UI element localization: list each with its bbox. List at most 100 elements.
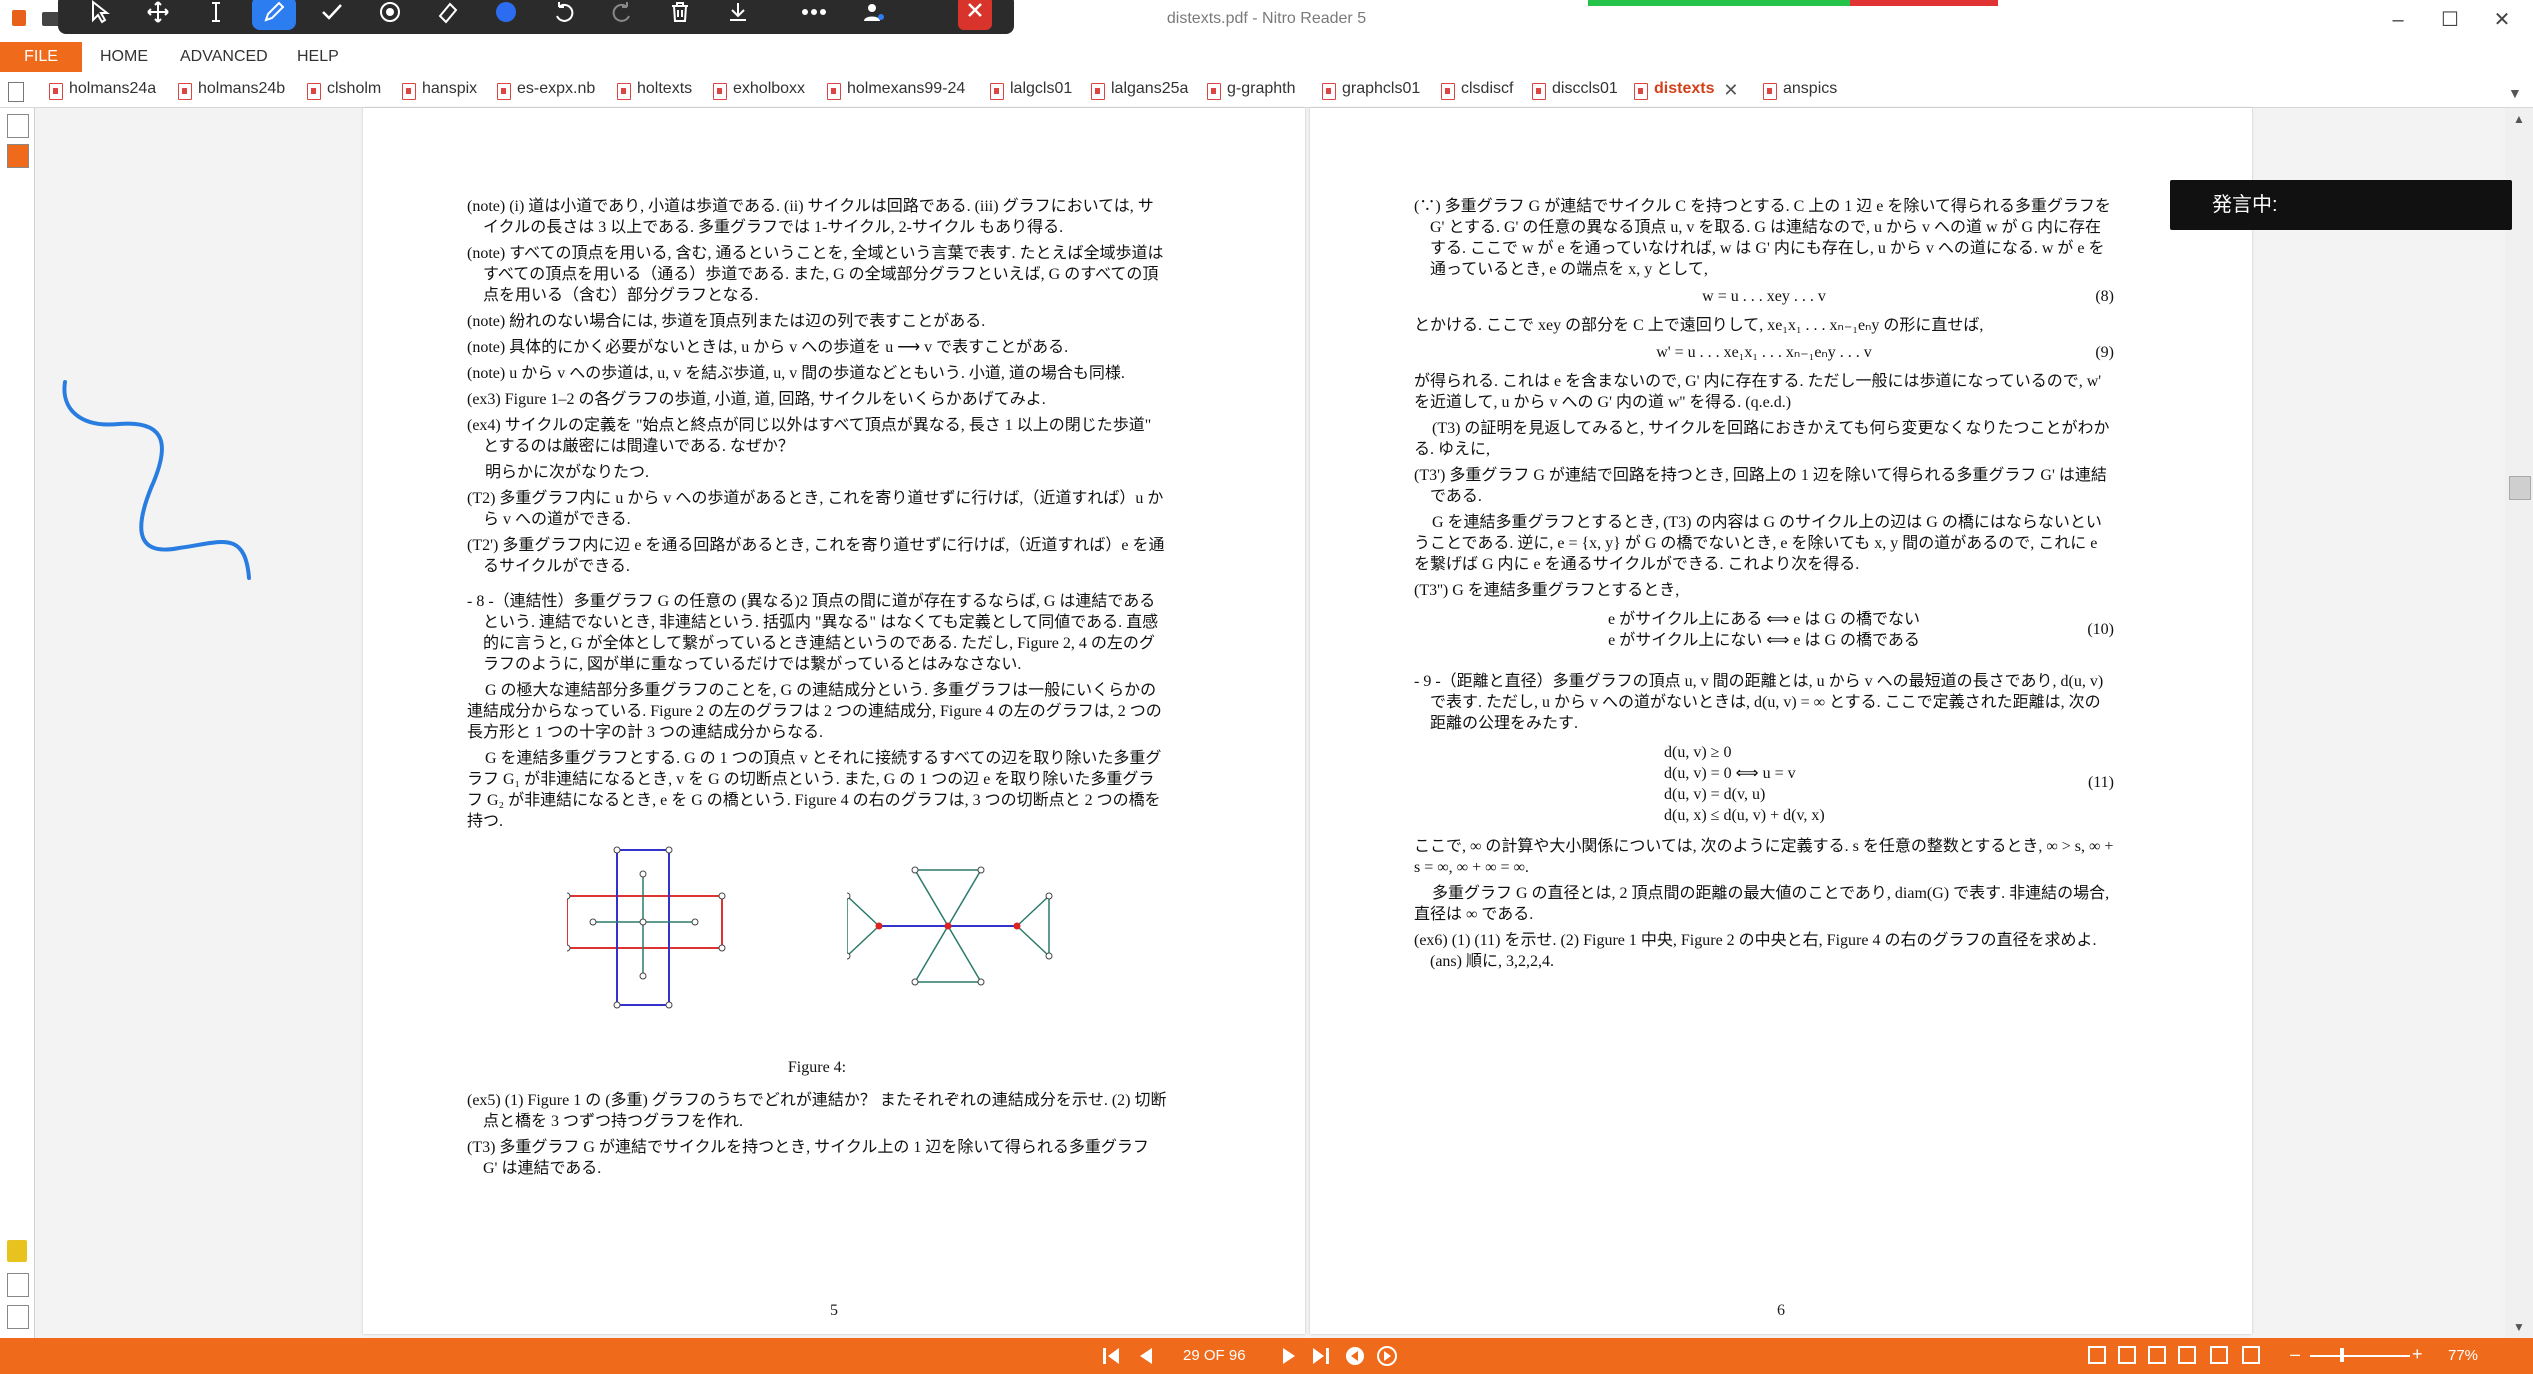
menu-help[interactable]: HELP [297, 48, 339, 66]
left-side-rail [0, 108, 35, 1338]
tab-g-graphth[interactable]: g-graphth [1207, 80, 1296, 102]
tab-clsholm[interactable]: clsholm [307, 80, 381, 102]
maximize-button[interactable]: ☐ [2432, 4, 2468, 36]
checkmark-icon[interactable] [312, 0, 352, 30]
tab-anspics[interactable]: anspics [1763, 80, 1837, 102]
tab-graphcls01[interactable]: graphcls01 [1322, 80, 1420, 102]
pdf-file-icon [49, 83, 63, 100]
pen-icon[interactable] [252, 0, 296, 30]
download-icon[interactable] [718, 0, 758, 30]
tab-holmans24b[interactable]: holmans24b [178, 80, 285, 102]
comments-icon[interactable] [7, 1240, 27, 1262]
paragraph: G を連結多重グラフとするとき, (T3) の内容は G のサイクル上の辺は G… [1414, 514, 2102, 573]
fit-width-icon[interactable] [2242, 1346, 2260, 1364]
trash-icon[interactable] [660, 0, 700, 30]
paragraph: (T3') 多重グラフ G が連結で回路を持つとき, 回路上の 1 辺を除いて得… [1414, 467, 2107, 505]
scrollbar-thumb[interactable] [2509, 476, 2531, 500]
pdf-file-icon [827, 83, 841, 100]
move-icon[interactable] [138, 0, 178, 30]
scroll-up-icon[interactable]: ▲ [2513, 112, 2525, 126]
menu-home[interactable]: HOME [100, 48, 148, 66]
continuous-view-icon[interactable] [2118, 1346, 2136, 1364]
page-number: 6 [1777, 1302, 1785, 1319]
pdf-file-icon [1532, 83, 1546, 100]
pdf-file-icon [1207, 83, 1221, 100]
zoom-slider-thumb[interactable] [2340, 1348, 2344, 1362]
scroll-down-icon[interactable]: ▼ [2513, 1320, 2525, 1334]
tab-list-icon[interactable] [8, 82, 24, 102]
first-page-icon[interactable] [1100, 1345, 1122, 1367]
fit-page-icon[interactable] [2210, 1346, 2228, 1364]
zoom-slider[interactable] [2310, 1355, 2410, 1357]
color-picker-icon[interactable] [486, 0, 526, 30]
more-options-icon[interactable] [794, 0, 834, 30]
paragraph: (T3'') G を連結多重グラフとするとき, [1414, 582, 1680, 599]
previous-page-icon[interactable] [1135, 1345, 1157, 1367]
equation-9: w' = u . . . xe₁x₁ . . . xₙ₋₁eₙy . . . v… [1656, 344, 2114, 361]
menu-advanced[interactable]: ADVANCED [180, 48, 268, 66]
document-canvas[interactable]: (note) (i) 道は小道であり, 小道は歩道である. (ii) サイクルは… [35, 108, 2505, 1338]
next-page-icon[interactable] [1278, 1345, 1300, 1367]
equation-10: e がサイクル上にある ⟺ e は G の橋でない e がサイクル上にない ⟺ … [1608, 611, 2114, 649]
facing-view-icon[interactable] [2148, 1346, 2166, 1364]
tab-hanspix[interactable]: hanspix [402, 80, 477, 102]
paragraph: (ex4) サイクルの定義を "始点と終点が同じ以外はすべて頂点が異なる, 長さ… [467, 417, 1152, 455]
pdf-file-icon [1763, 83, 1777, 100]
zoom-out-button[interactable]: – [2290, 1344, 2300, 1365]
bookmarks-icon[interactable] [7, 144, 29, 168]
user-settings-icon[interactable] [854, 0, 894, 30]
page-indicator[interactable]: 29 OF 96 [1183, 1347, 1246, 1364]
tab-lalgcls01[interactable]: lalgcls01 [990, 80, 1072, 102]
single-page-view-icon[interactable] [2088, 1346, 2106, 1364]
back-view-icon[interactable] [1344, 1345, 1366, 1367]
vertical-scrollbar[interactable]: ▲ ▼ [2505, 108, 2533, 1338]
pdf-file-icon [497, 83, 511, 100]
paragraph: (note) 紛れのない場合には, 歩道を頂点列または辺の列で表すことがある. [467, 313, 986, 330]
text-cursor-icon[interactable] [196, 0, 236, 30]
paragraph: 明らかに次がなりたつ. [485, 464, 650, 481]
ink-annotation[interactable] [59, 378, 259, 588]
menu-file[interactable]: FILE [0, 42, 82, 72]
close-toolbar-icon[interactable] [958, 0, 992, 30]
last-page-icon[interactable] [1310, 1345, 1332, 1367]
highlighter-circle-icon[interactable] [370, 0, 410, 30]
paragraph: (T2) 多重グラフ内に u から v への歩道があるとき, これを寄り道せずに… [467, 490, 1164, 528]
layers-icon[interactable] [7, 1305, 29, 1329]
tab-overflow-chevron-icon[interactable]: ▼ [2508, 85, 2522, 101]
select-arrow-icon[interactable] [80, 0, 120, 30]
speaking-popup: 発言中: [2170, 180, 2512, 230]
close-tab-icon[interactable]: ✕ [1723, 80, 1738, 101]
close-window-button[interactable]: ✕ [2484, 4, 2520, 36]
paragraph: (ex6) (1) (11) を示せ. (2) Figure 1 中央, Fig… [1414, 932, 2097, 970]
status-bar: 29 OF 96 – + 77% [0, 1338, 2533, 1374]
pdf-page-6: (∵) 多重グラフ G が連結でサイクル C を持つとする. C 上の 1 辺 … [1310, 108, 2252, 1334]
paragraph: (note) すべての頂点を用いる, 含む, 通るということを, 全域という言葉… [467, 245, 1164, 304]
page-number: 5 [830, 1302, 838, 1319]
undo-icon[interactable] [544, 0, 584, 30]
figure-4-right-graph [847, 866, 1053, 986]
facing-continuous-view-icon[interactable] [2178, 1346, 2196, 1364]
tab-distexts[interactable]: distexts ✕ [1634, 80, 1738, 102]
attachments-icon[interactable] [7, 1273, 29, 1297]
tab-exholboxx[interactable]: exholboxx [713, 80, 805, 102]
page-thumbnails-icon[interactable] [7, 114, 29, 138]
equation-11: d(u, v) ≥ 0 d(u, v) = 0 ⟺ u = v d(u, v) … [1664, 744, 2114, 824]
tab-holmexans99-24[interactable]: holmexans99-24 [827, 80, 965, 102]
tab-es-expx[interactable]: es-expx.nb [497, 80, 595, 102]
tab-holmans24a[interactable]: holmans24a [49, 80, 156, 102]
tab-disccls01[interactable]: disccls01 [1532, 80, 1618, 102]
page-6-text: (∵) 多重グラフ G が連結でサイクル C を持つとする. C 上の 1 辺 … [1414, 196, 2114, 977]
menu-bar: FILE HOME ADVANCED HELP [0, 42, 2533, 72]
paragraph: G を連結多重グラフとする. G の 1 つの頂点 v とそれに接続するすべての… [467, 750, 1162, 830]
paragraph: 多重グラフ G の直径とは, 2 頂点間の距離の最大値のことであり, diam(… [1414, 885, 2110, 923]
redo-icon[interactable] [602, 0, 642, 30]
forward-view-icon[interactable] [1376, 1345, 1398, 1367]
eraser-icon[interactable] [428, 0, 468, 30]
pdf-file-icon [402, 83, 416, 100]
tab-lalgans25a[interactable]: lalgans25a [1091, 80, 1188, 102]
zoom-level[interactable]: 77% [2448, 1347, 2478, 1364]
minimize-button[interactable]: – [2380, 4, 2416, 36]
tab-holtexts[interactable]: holtexts [617, 80, 692, 102]
zoom-in-button[interactable]: + [2412, 1344, 2423, 1365]
tab-clsdiscf[interactable]: clsdiscf [1441, 80, 1513, 102]
